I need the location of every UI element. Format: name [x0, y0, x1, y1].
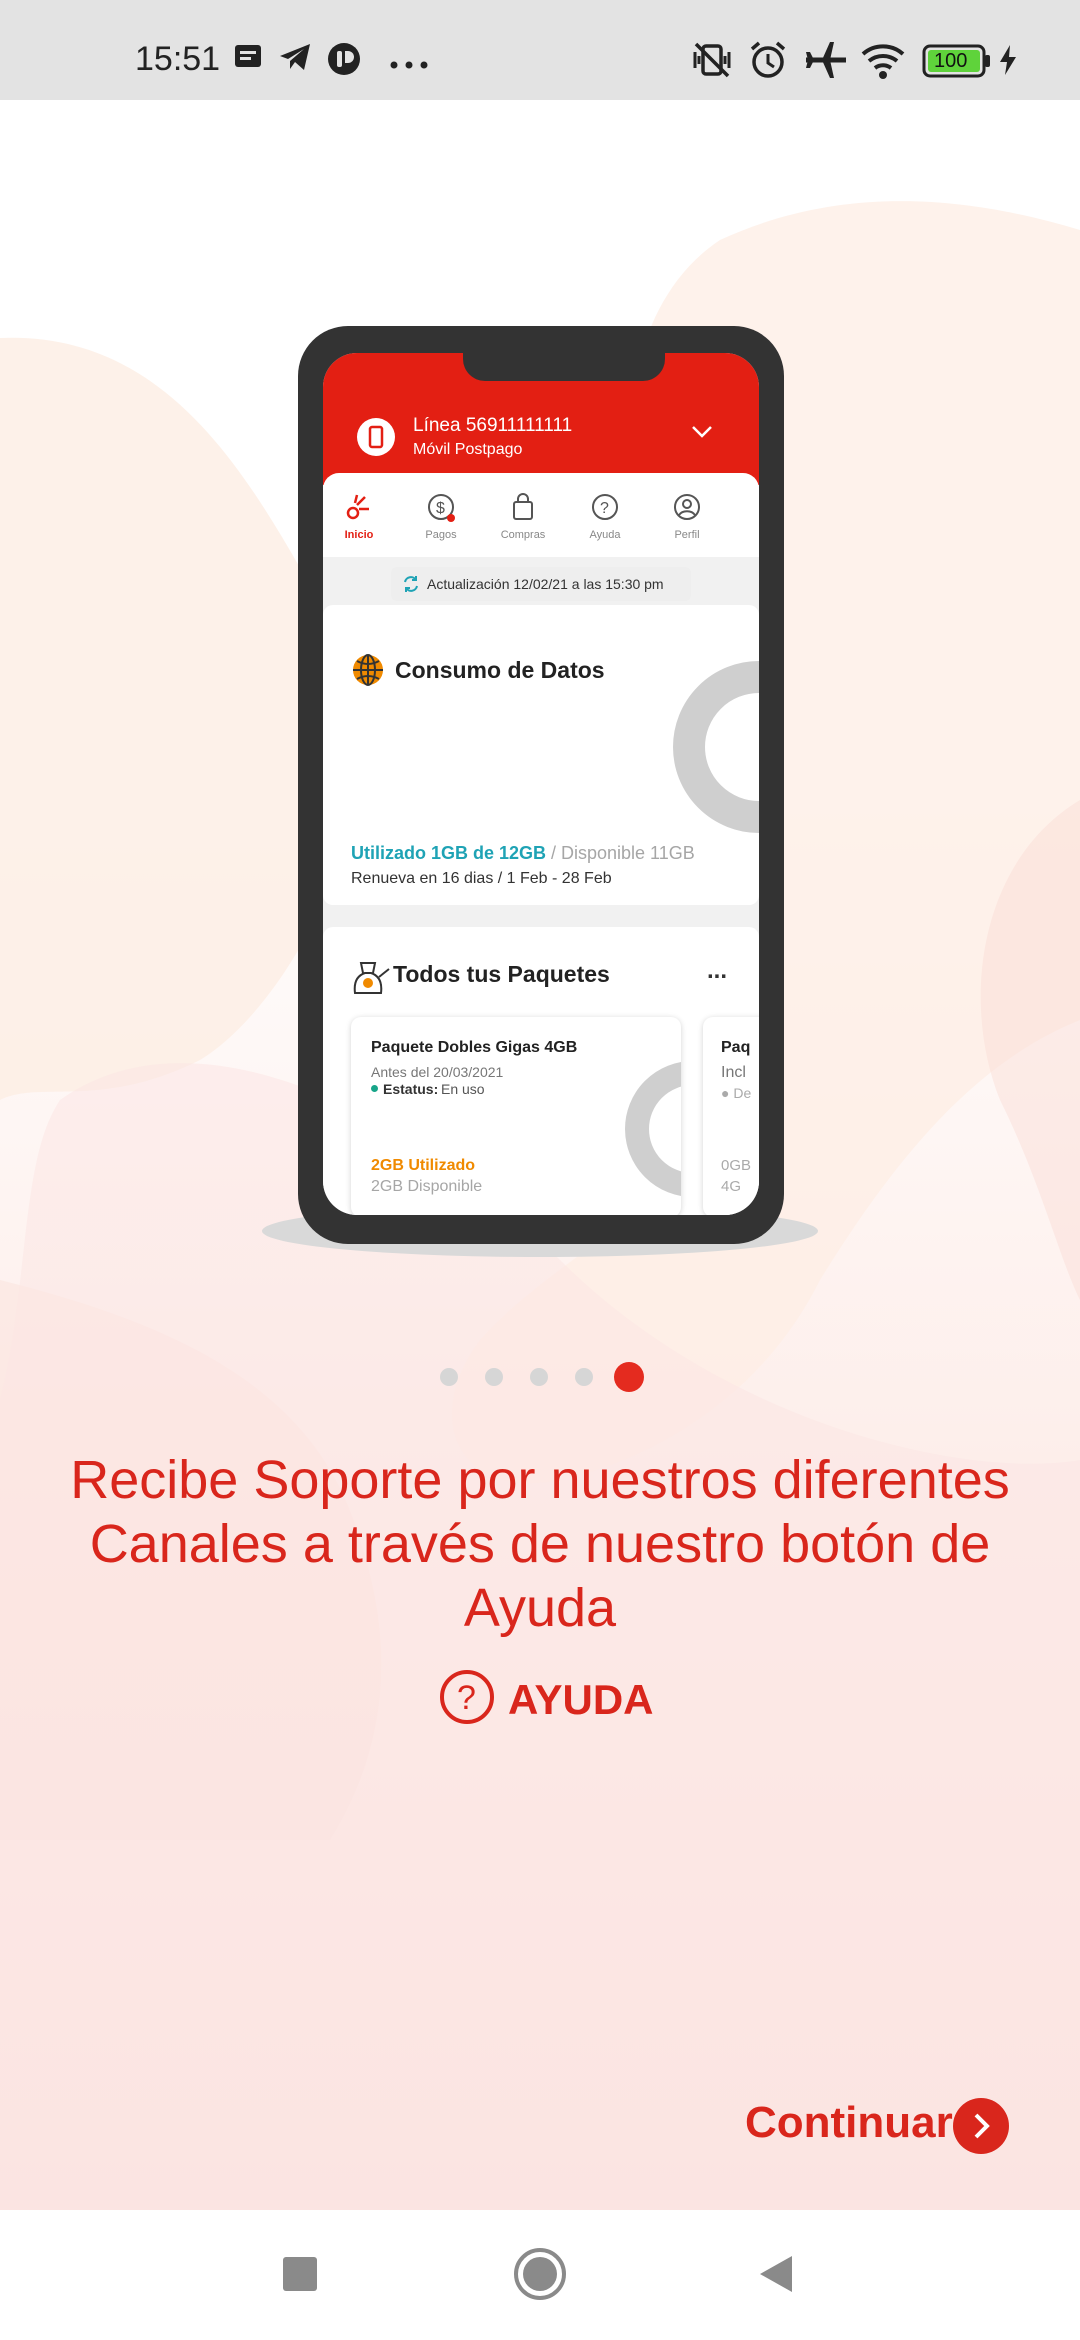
package-status-label: Estatus:: [383, 1081, 439, 1097]
globe-icon: [353, 654, 383, 686]
phone-screen: Línea 56911111111 Móvil Postpago Inicio …: [323, 353, 759, 1215]
vibrate-off-icon: [690, 40, 734, 85]
home-button[interactable]: [512, 2246, 568, 2307]
onboarding-headline: Recibe Soporte por nuestros diferentes C…: [70, 1450, 1010, 1638]
alarm-icon: [748, 40, 788, 85]
status-bar: 15:51 100: [0, 0, 1080, 100]
package-card: Paquete Dobles Gigas 4GB Antes del 20/03…: [351, 1017, 681, 1215]
pager-dot[interactable]: [575, 1368, 593, 1386]
line-icon: [357, 418, 395, 456]
bag-icon: [513, 493, 533, 520]
help-circle-icon: ?: [438, 1668, 496, 1731]
profile-icon: [674, 494, 700, 520]
nav-label: Inicio: [344, 529, 374, 541]
svg-text:?: ?: [457, 1679, 476, 1717]
data-usage-title: Consumo de Datos: [395, 657, 605, 683]
refresh-icon: [404, 576, 418, 592]
line-title: Línea 56911111111: [413, 415, 573, 436]
pager-dot[interactable]: [485, 1368, 503, 1386]
battery-icon: 100: [922, 44, 992, 83]
peek-package-name: Paq: [721, 1039, 751, 1056]
packages-card: Todos tus Paquetes ... Paquete Dobles Gi…: [323, 927, 759, 1215]
peek-package-status: ● De: [721, 1085, 752, 1101]
peek-package-line: Incl: [721, 1064, 746, 1081]
continue-button[interactable]: [953, 2098, 1009, 2154]
data-renew-text: Renueva en 16 dias / 1 Feb - 28 Feb: [351, 870, 612, 887]
triangle-back-icon: [760, 2256, 792, 2292]
package-name: Paquete Dobles Gigas 4GB: [371, 1039, 578, 1056]
svg-text:$: $: [436, 500, 445, 517]
packages-title: Todos tus Paquetes: [393, 961, 610, 987]
nav-item-compras: Compras: [487, 473, 559, 557]
help-icon: ?: [592, 494, 618, 520]
nav-label: Perfil: [674, 529, 700, 541]
nav-item-ayuda: ? Ayuda: [569, 473, 641, 557]
telegram-icon: [278, 42, 312, 77]
peek-package-used: 0GB: [721, 1157, 752, 1174]
package-card-peek: Paq Incl ● De 0GB 4G: [703, 1017, 759, 1215]
help-label: AYUDA: [508, 1676, 654, 1723]
data-used-text: Utilizado 1GB de 12GB: [351, 843, 547, 863]
help-hint: ? AYUDA: [0, 1668, 1080, 1728]
nav-label: Compras: [500, 529, 546, 541]
pager-dot[interactable]: [440, 1368, 458, 1386]
message-icon: [233, 42, 263, 77]
system-nav-bar: [0, 2210, 1080, 2340]
wifi-icon: [860, 42, 906, 85]
nav-item-inicio: Inicio: [323, 473, 395, 557]
package-bag-icon: [353, 962, 390, 994]
battery-level: 100: [934, 50, 968, 72]
recents-button[interactable]: [282, 2256, 318, 2297]
chevron-down-icon: [691, 425, 713, 444]
dollar-icon: $: [428, 494, 455, 522]
nav-label: Ayuda: [589, 529, 621, 541]
status-time: 15:51: [135, 40, 221, 78]
pager-dot-active[interactable]: [614, 1362, 644, 1392]
app-nav: Inicio $ Pagos Compras ? Ayuda Perfil: [323, 473, 759, 557]
continue-button-label[interactable]: Continuar: [745, 2098, 953, 2148]
line-subtitle: Móvil Postpago: [413, 441, 523, 458]
phone-mockup: Línea 56911111111 Móvil Postpago Inicio …: [298, 326, 784, 1244]
phone-notch: [463, 353, 665, 381]
nav-label: Pagos: [425, 529, 457, 541]
home-icon: [346, 494, 369, 520]
chevron-right-icon: [974, 2113, 990, 2139]
more-icon: [390, 56, 430, 74]
peek-package-status-text: De: [733, 1085, 752, 1101]
update-indicator: Actualización 12/02/21 a las 15:30 pm: [391, 567, 691, 601]
package-usage-ring: [625, 1062, 681, 1196]
data-usage-ring: [673, 661, 759, 833]
onboarding-background: Línea 56911111111 Móvil Postpago Inicio …: [0, 100, 1080, 2210]
packages-more-button: ...: [707, 957, 728, 984]
app-icon: [327, 42, 361, 81]
square-icon: [283, 2257, 317, 2291]
circle-icon: [514, 2248, 566, 2300]
package-available: 2GB Disponible: [371, 1178, 483, 1195]
peek-package-available: 4G: [721, 1178, 742, 1195]
package-used: 2GB Utilizado: [371, 1157, 476, 1174]
charging-icon: [998, 44, 1018, 81]
data-available-text: / Disponible 11GB: [551, 843, 695, 863]
package-status-value: En uso: [441, 1081, 485, 1097]
airplane-icon: [804, 40, 848, 85]
back-button[interactable]: [758, 2254, 794, 2299]
nav-item-perfil: Perfil: [651, 473, 723, 557]
status-dot: [371, 1085, 378, 1092]
pager-dot[interactable]: [530, 1368, 548, 1386]
update-text: Actualización 12/02/21 a las 15:30 pm: [427, 576, 664, 592]
nav-item-pagos: $ Pagos: [405, 473, 477, 557]
package-before: Antes del 20/03/2021: [371, 1064, 504, 1080]
svg-text:?: ?: [600, 500, 609, 517]
